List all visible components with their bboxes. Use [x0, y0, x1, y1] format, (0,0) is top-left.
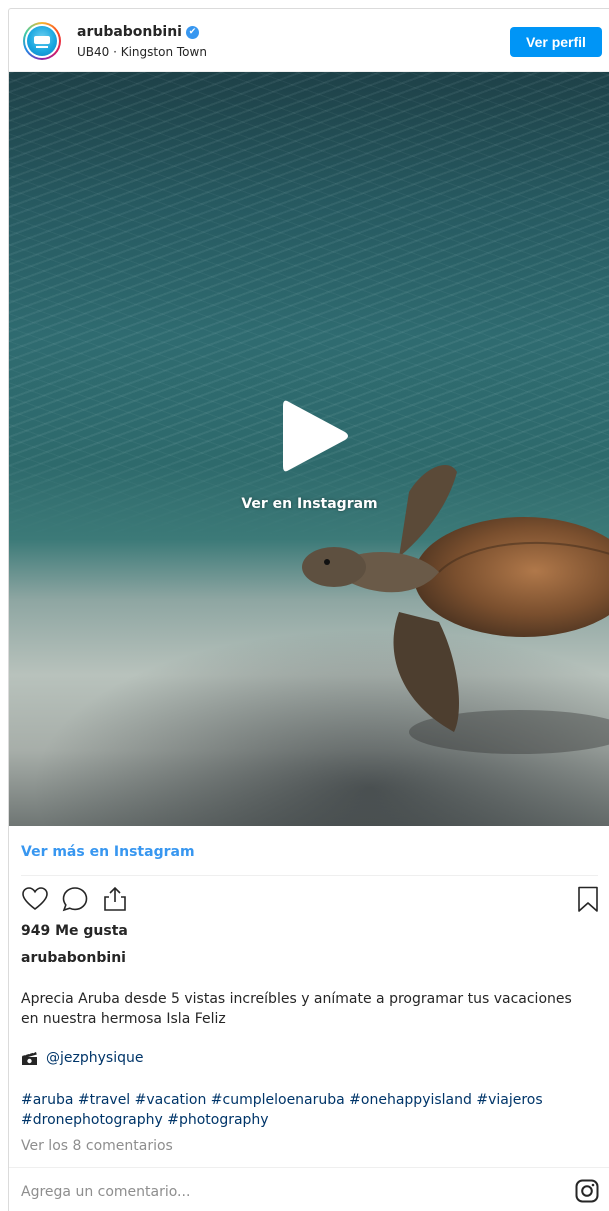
avatar-ring	[25, 24, 59, 58]
play-icon[interactable]	[279, 398, 351, 474]
username-row: arubabonbini ✔	[77, 24, 199, 40]
comment-input[interactable]	[21, 1179, 541, 1205]
view-on-instagram-overlay[interactable]: Ver en Instagram	[9, 496, 609, 512]
view-more-link[interactable]: Ver más en Instagram	[21, 844, 195, 860]
view-profile-button[interactable]: Ver perfil	[510, 27, 602, 57]
credit-line: @jezphysique	[21, 1050, 143, 1066]
bookmark-icon[interactable]	[574, 885, 602, 913]
video-media[interactable]: Ver en Instagram	[9, 72, 609, 826]
comment-icon[interactable]	[61, 885, 89, 913]
view-comments-link[interactable]: Ver los 8 comentarios	[21, 1138, 173, 1154]
hashtags[interactable]: #aruba #travel #vacation #cumpleloenarub…	[21, 1090, 591, 1130]
divider	[21, 875, 598, 876]
credit-handle-link[interactable]: @jezphysique	[46, 1050, 143, 1066]
avatar-image	[27, 26, 57, 56]
share-icon[interactable]	[101, 885, 129, 913]
divider	[9, 1167, 609, 1168]
instagram-icon[interactable]	[575, 1179, 599, 1203]
likes-count[interactable]: 949 Me gusta	[21, 923, 128, 939]
instagram-embed-card: arubabonbini ✔ UB40 · Kingston Town Ver …	[8, 8, 609, 1211]
caption-text: Aprecia Aruba desde 5 vistas increíbles …	[21, 991, 572, 1027]
post-header: arubabonbini ✔ UB40 · Kingston Town Ver …	[9, 9, 609, 72]
clapperboard-icon	[22, 1050, 37, 1065]
username-link[interactable]: arubabonbini	[77, 24, 182, 40]
verified-badge-icon: ✔	[185, 25, 199, 39]
heart-icon[interactable]	[21, 885, 49, 913]
caption-author[interactable]: arubabonbini	[21, 950, 126, 966]
location-link[interactable]: UB40 · Kingston Town	[77, 45, 207, 59]
action-bar	[21, 885, 598, 915]
avatar[interactable]	[23, 22, 61, 60]
